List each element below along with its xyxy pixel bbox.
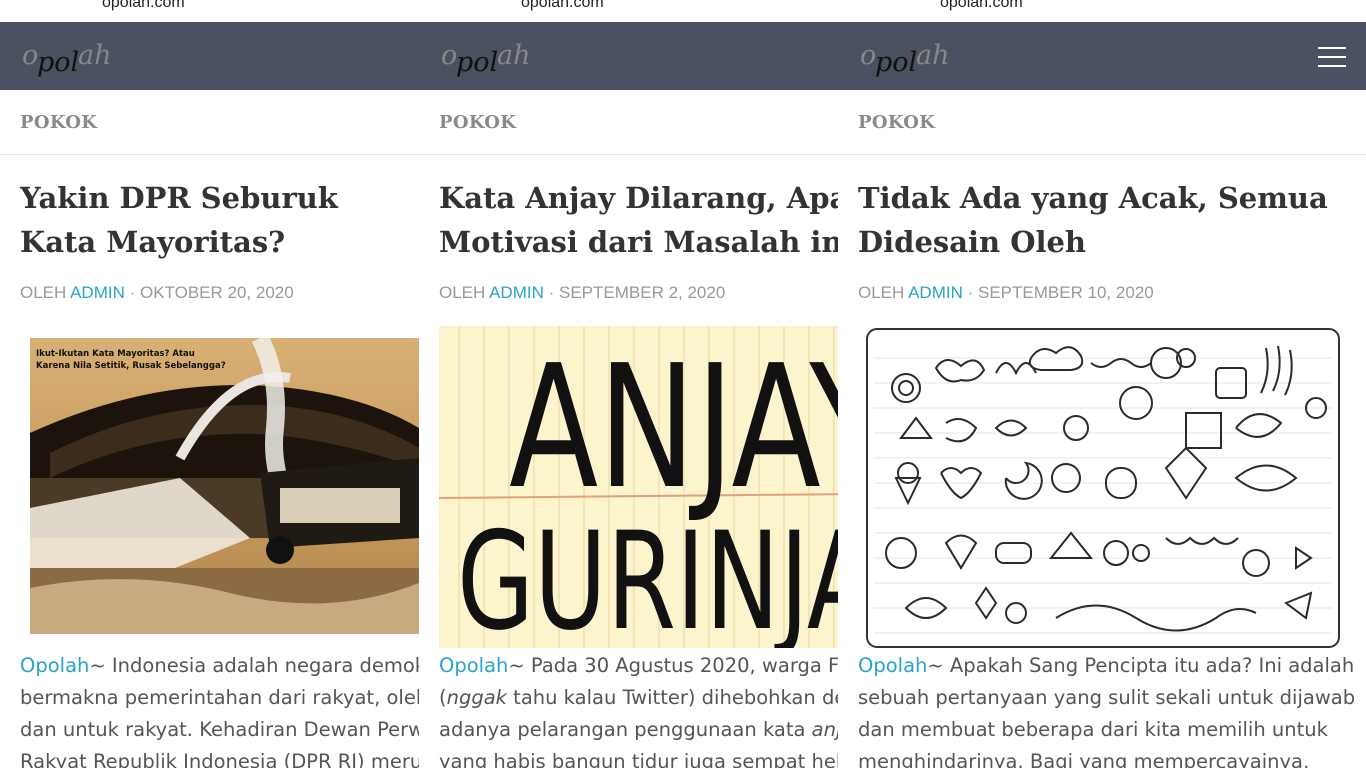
author-link[interactable]: ADMIN [70,283,125,302]
image-word-top: ANJAY [509,329,838,527]
anjay-gurinjay-image: ANJAY GURINJAY [439,326,838,648]
site-logo[interactable]: o pol ah [856,34,966,82]
title-line: Kata Anjay Dilarang, Apa sih [439,181,838,215]
article-panel-2: opolah.com o pol ah POKOK Kata Anjay Dil… [419,0,838,768]
excerpt-line: sebuah pertanyaan yang sulit sekali untu… [858,686,1356,709]
article-panel-1: opolah.com o pol ah POKOK Yakin DPR Sebu… [0,0,419,768]
svg-text:ah: ah [916,40,950,71]
site-header: o pol ah [419,22,838,90]
image-caption-line-1: Ikut-Ikutan Kata Mayoritas? Atau [36,349,195,359]
meta-by: OLEH [20,283,67,302]
article-title[interactable]: Yakin DPR Seburuk Kata Mayoritas? [20,176,400,264]
svg-text:o: o [22,40,38,71]
svg-text:o: o [860,40,876,71]
url-text: opolah.com [940,0,1023,11]
excerpt-line: ~ Indonesia adalah negara demokrasi [89,654,419,677]
article-meta: OLEH ADMIN · OKTOBER 20, 2020 [20,283,294,303]
category-label[interactable]: POKOK [20,112,97,133]
article-thumbnail[interactable] [866,328,1340,648]
image-word-bottom: GURINJAY [457,503,838,648]
meta-separator: · [124,283,140,302]
post-date: SEPTEMBER 10, 2020 [977,283,1154,302]
svg-text:pol: pol [456,47,498,78]
title-line: Motivasi dari Masalah ini? [439,225,838,259]
hamburger-menu-icon[interactable] [1318,47,1346,67]
svg-text:pol: pol [37,47,79,78]
article-excerpt: Opolah~ Indonesia adalah negara demokras… [20,650,419,768]
meta-by: OLEH [439,283,486,302]
category-label[interactable]: POKOK [858,112,935,133]
author-link[interactable]: ADMIN [908,283,963,302]
article-excerpt: Opolah~ Apakah Sang Pencipta itu ada? In… [858,650,1366,768]
dpr-building-image: Ikut-Ikutan Kata Mayoritas? Atau Karena … [30,338,419,634]
article-thumbnail[interactable]: Ikut-Ikutan Kata Mayoritas? Atau Karena … [30,338,419,634]
divider [419,154,838,155]
article-title[interactable]: Kata Anjay Dilarang, Apa sih Motivasi da… [439,176,838,264]
article-thumbnail[interactable]: ANJAY GURINJAY [439,326,838,648]
article-meta: OLEH ADMIN · SEPTEMBER 2, 2020 [439,283,725,303]
article-excerpt: Opolah~ Pada 30 Agustus 2020, warga Face… [439,650,838,768]
divider [0,154,419,155]
meta-separator: · [962,283,978,302]
excerpt-lead-link[interactable]: Opolah [858,654,927,677]
excerpt-lead-link[interactable]: Opolah [439,654,508,677]
excerpt-lead-link[interactable]: Opolah [20,654,89,677]
browser-url-bar[interactable]: opolah.com [419,0,838,22]
svg-text:ah: ah [78,40,112,71]
article-meta: OLEH ADMIN · SEPTEMBER 10, 2020 [858,283,1154,303]
post-date: OKTOBER 20, 2020 [139,283,294,302]
excerpt-line: dan untuk rakyat. Kehadiran Dewan Perwak… [20,718,419,741]
doodle-notebook-image [866,328,1340,648]
divider [838,154,1366,155]
site-logo[interactable]: o pol ah [437,34,547,82]
category-label[interactable]: POKOK [439,112,516,133]
excerpt-line: menghindarinya. Bagi yang mempercayainya… [858,750,1310,768]
excerpt-line: adanya pelarangan penggunaan kata anjay [439,718,838,741]
meta-separator: · [543,283,559,302]
author-link[interactable]: ADMIN [489,283,544,302]
excerpt-line: ~ Apakah Sang Pencipta itu ada? Ini adal… [927,654,1355,677]
url-text: opolah.com [102,0,185,11]
article-title[interactable]: Tidak Ada yang Acak, Semua Didesain Oleh [858,176,1328,264]
excerpt-line: Rakyat Republik Indonesia (DPR RI) merup… [20,750,419,768]
browser-url-bar[interactable]: opolah.com [838,0,1366,22]
browser-url-bar[interactable]: opolah.com [0,0,419,22]
post-date: SEPTEMBER 2, 2020 [558,283,726,302]
excerpt-line: ~ Pada 30 Agustus 2020, warga Facebook [508,654,838,677]
excerpt-line: dan membuat beberapa dari kita memilih u… [858,718,1328,741]
site-logo[interactable]: o pol ah [18,34,128,82]
excerpt-line: (nggak tahu kalau Twitter) dihebohkan de… [439,686,838,709]
svg-text:o: o [441,40,457,71]
excerpt-line: bermakna pemerintahan dari rakyat, oleh … [20,686,419,709]
article-panel-3: opolah.com o pol ah POKOK Tidak Ada yang… [838,0,1366,768]
site-header: o pol ah [838,22,1366,90]
svg-text:pol: pol [875,47,917,78]
url-text: opolah.com [521,0,604,11]
site-header: o pol ah [0,22,419,90]
svg-text:ah: ah [497,40,531,71]
excerpt-line: yang habis bangun tidur juga sempat hebo… [439,750,838,768]
meta-by: OLEH [858,283,905,302]
image-caption-line-2: Karena Nila Setitik, Rusak Sebelangga? [36,361,226,371]
